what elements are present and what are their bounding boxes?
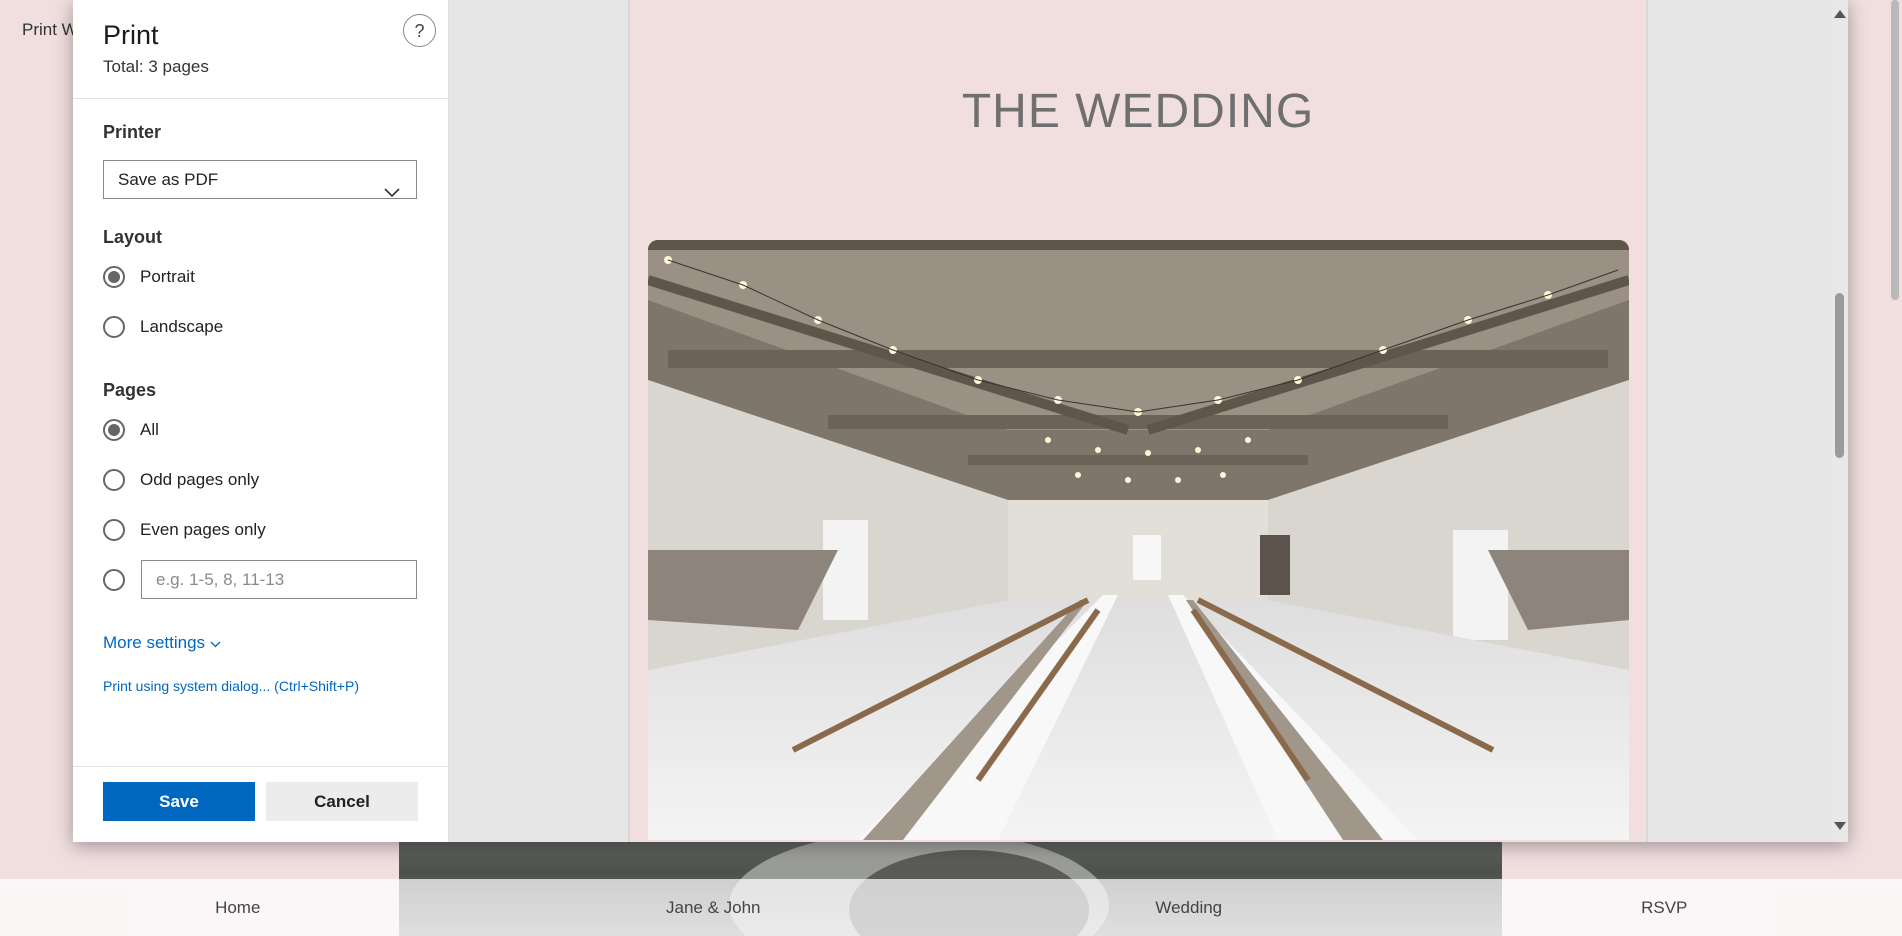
- printer-select-value: Save as PDF: [118, 170, 219, 189]
- background-nav-bar: Home Jane & John Wedding RSVP: [0, 879, 1902, 936]
- pages-option-even[interactable]: Even pages only: [103, 517, 266, 543]
- even-label: Even pages only: [140, 520, 266, 539]
- total-pages: Total: 3 pages: [103, 57, 209, 76]
- nav-item-home[interactable]: Home: [0, 879, 476, 936]
- more-settings-link[interactable]: More settings: [103, 633, 221, 653]
- print-settings-panel: Print Total: 3 pages ? Printer Save as P…: [73, 0, 449, 842]
- preview-heading: THE WEDDING: [961, 85, 1315, 138]
- layout-option-landscape[interactable]: Landscape: [103, 314, 223, 340]
- scroll-up-arrow-icon[interactable]: [1834, 10, 1846, 18]
- background-page-title: Print W: [22, 20, 78, 39]
- cancel-button[interactable]: Cancel: [266, 782, 418, 821]
- preview-scrollbar[interactable]: [1831, 0, 1848, 842]
- odd-label: Odd pages only: [140, 470, 260, 489]
- venue-hall-photo: [648, 240, 1629, 840]
- print-dialog: Print Total: 3 pages ? Printer Save as P…: [73, 0, 1848, 842]
- radio-all[interactable]: [103, 419, 125, 441]
- pages-option-odd[interactable]: Odd pages only: [103, 467, 259, 493]
- printer-select[interactable]: Save as PDF: [103, 160, 417, 199]
- radio-even[interactable]: [103, 519, 125, 541]
- radio-odd[interactable]: [103, 469, 125, 491]
- pages-option-all[interactable]: All: [103, 417, 159, 443]
- chevron-down-icon: [210, 633, 221, 652]
- help-button[interactable]: ?: [403, 14, 436, 47]
- print-header: Print Total: 3 pages: [103, 20, 209, 77]
- save-button[interactable]: Save: [103, 782, 255, 821]
- chevron-down-icon: [384, 174, 400, 211]
- print-title: Print: [103, 20, 159, 50]
- scroll-down-arrow-icon[interactable]: [1834, 822, 1846, 830]
- page-scrollbar[interactable]: [1888, 0, 1902, 936]
- nav-item-rsvp[interactable]: RSVP: [1427, 879, 1902, 936]
- page-scrollbar-thumb[interactable]: [1891, 0, 1899, 300]
- print-preview-page: THE WEDDING: [628, 0, 1648, 842]
- preview-scrollbar-thumb[interactable]: [1835, 293, 1844, 458]
- nav-item-wedding[interactable]: Wedding: [951, 879, 1427, 936]
- system-dialog-link[interactable]: Print using system dialog... (Ctrl+Shift…: [103, 678, 359, 694]
- header-divider: [73, 98, 448, 99]
- radio-portrait[interactable]: [103, 266, 125, 288]
- layout-option-portrait[interactable]: Portrait: [103, 264, 195, 290]
- landscape-label: Landscape: [140, 317, 224, 336]
- footer-divider: [73, 766, 448, 767]
- radio-landscape[interactable]: [103, 316, 125, 338]
- custom-pages-input[interactable]: [141, 560, 417, 599]
- radio-custom[interactable]: [103, 569, 125, 591]
- more-settings-label: More settings: [103, 633, 206, 652]
- pages-label: Pages: [103, 380, 157, 400]
- portrait-label: Portrait: [140, 267, 195, 286]
- all-label: All: [140, 420, 159, 439]
- nav-item-jane-john[interactable]: Jane & John: [476, 879, 952, 936]
- layout-label: Layout: [103, 227, 163, 247]
- printer-label: Printer: [103, 122, 162, 142]
- pages-option-custom[interactable]: [103, 567, 140, 593]
